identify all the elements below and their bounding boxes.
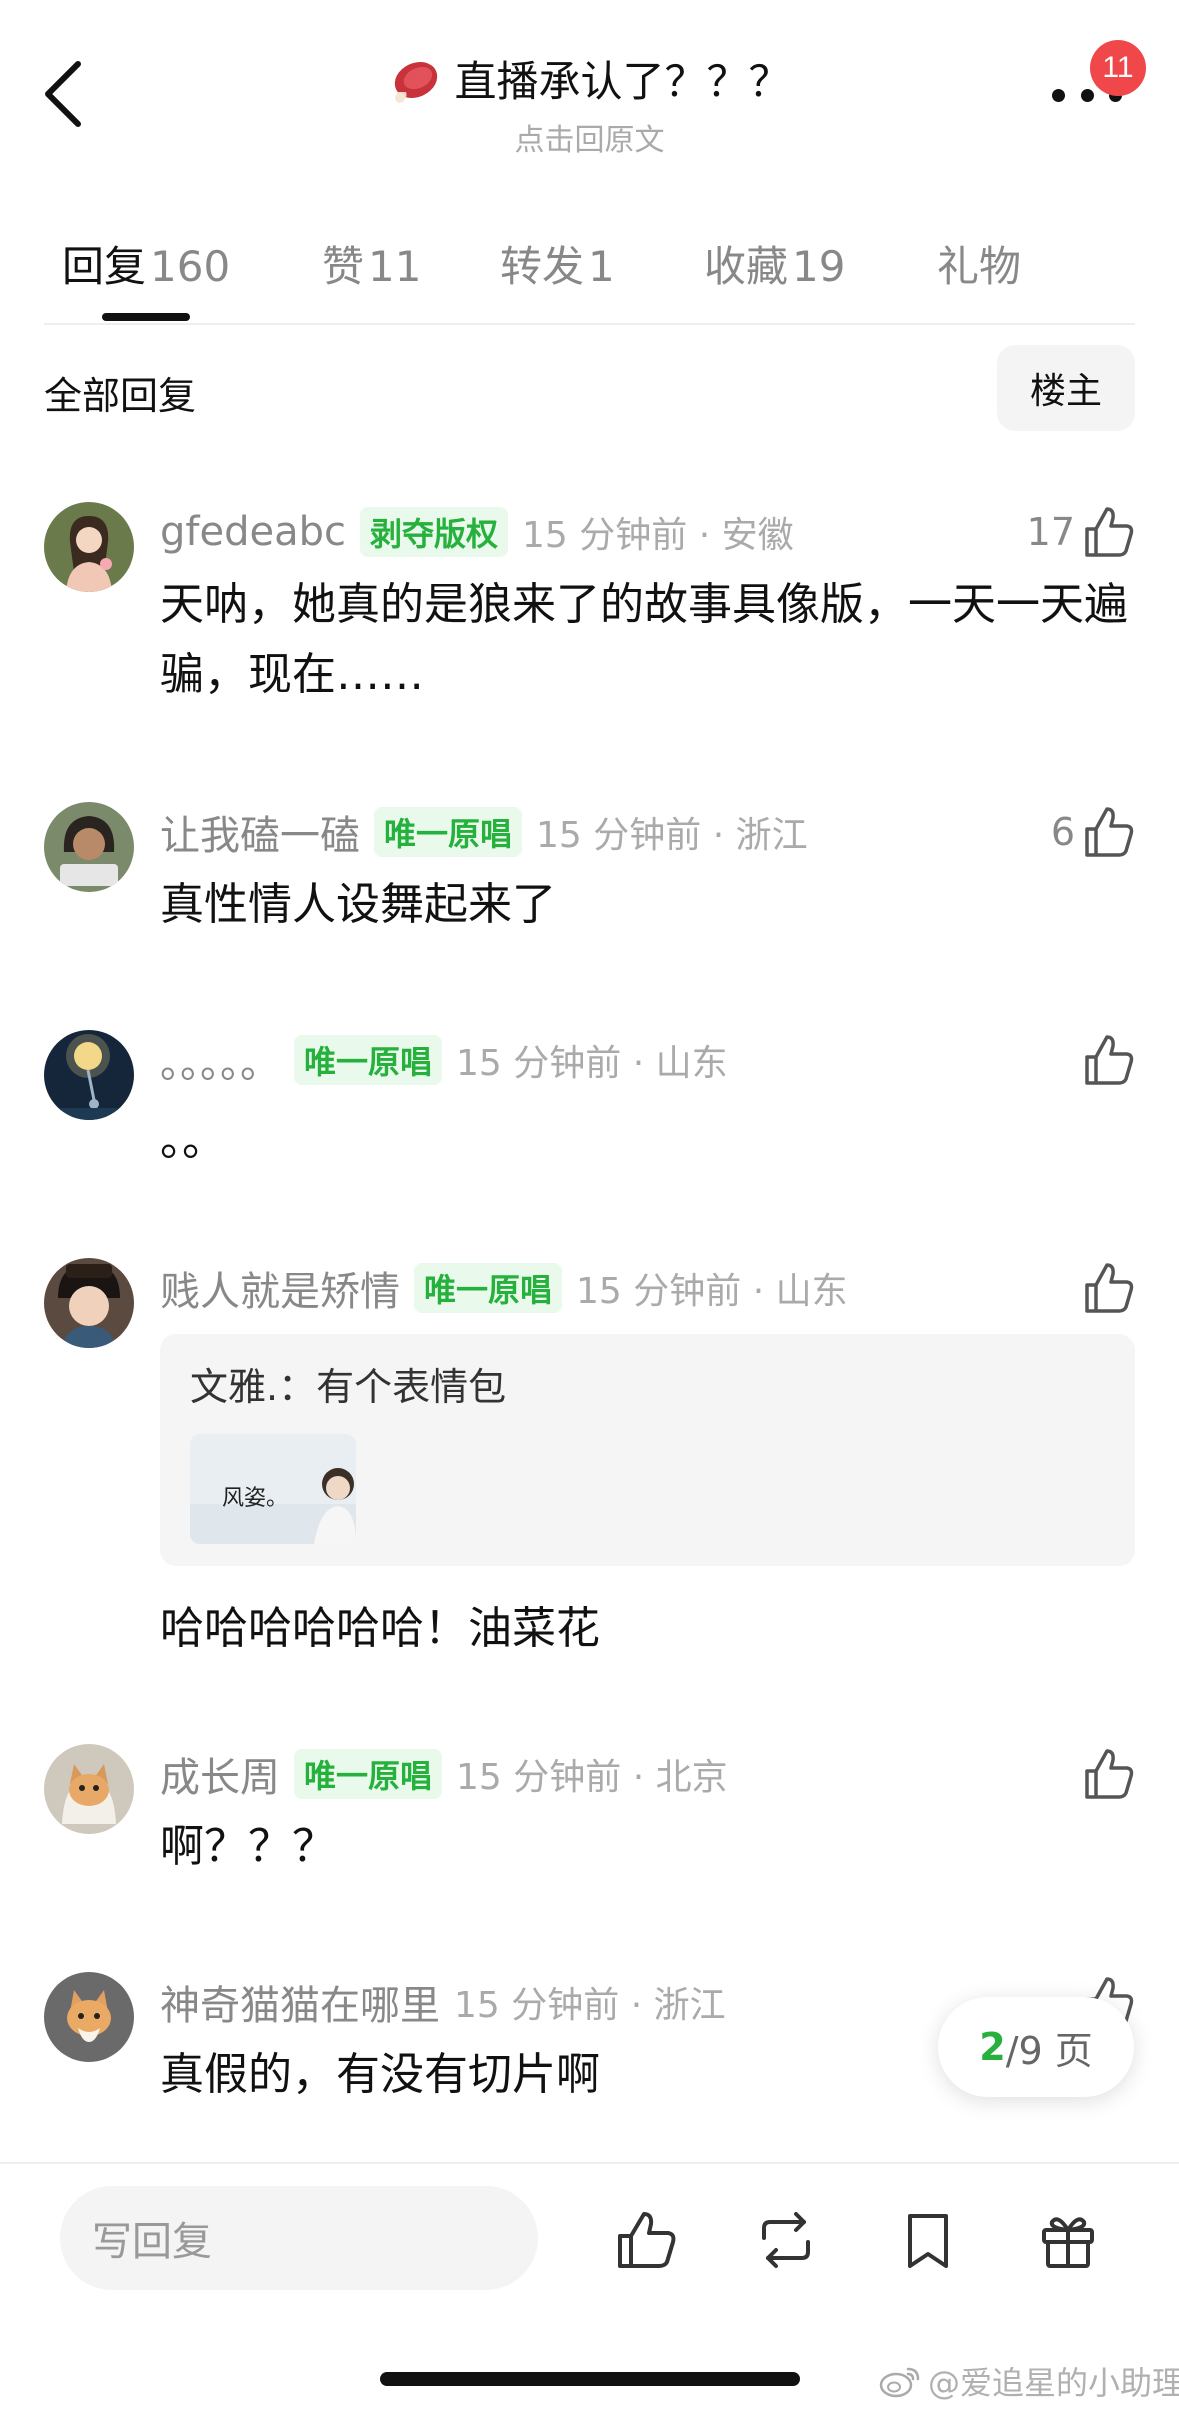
thumbs-up-icon <box>1085 1263 1134 1313</box>
more-dot <box>1052 88 1065 102</box>
tab-count: 19 <box>792 242 846 291</box>
username[interactable]: gfedeabc <box>160 509 346 555</box>
page-title: 直播承认了？？？ <box>454 57 791 106</box>
avatar[interactable] <box>44 502 134 592</box>
like-count: 6 <box>1050 810 1075 854</box>
tab-favorites[interactable]: 收藏19 <box>704 233 845 294</box>
total-pages: /9 页 <box>1005 2028 1093 2073</box>
comment-meta: 15 分钟前 · 北京 <box>456 1757 728 1798</box>
tab-count: 160 <box>150 242 231 291</box>
watermark-text: @爱追星的小助理 <box>928 2364 1179 2402</box>
view-original-link[interactable]: 点击回原文 <box>0 115 1179 159</box>
tab-count: 1 <box>588 242 615 291</box>
thumbs-up-icon <box>1085 1749 1134 1799</box>
comment-item: 成长周 唯一原唱 15 分钟前 · 北京 啊？？？ <box>44 1744 1135 1894</box>
fan-badge: 剥夺版权 <box>359 507 508 557</box>
thumbs-up-icon <box>1085 507 1134 557</box>
comment-meta: 15 分钟前 · 浙江 <box>454 1985 726 2026</box>
page-indicator[interactable]: 2/9 页 <box>938 1997 1134 2097</box>
comment-meta: 15 分钟前 · 山东 <box>576 1271 848 1312</box>
tab-reposts[interactable]: 转发1 <box>500 233 615 294</box>
comment-header: 让我磕一磕 唯一原唱 15 分钟前 · 浙江 <box>160 803 808 861</box>
avatar[interactable] <box>44 802 134 892</box>
fan-badge: 唯一原唱 <box>294 1035 443 1085</box>
header: 直播承认了？？？ 点击回原文 11 <box>0 0 1179 190</box>
username[interactable]: 成长周 <box>160 1745 280 1803</box>
like-button[interactable] <box>1083 1744 1135 1804</box>
comment-header: gfedeabc 剥夺版权 15 分钟前 · 安徽 <box>160 506 794 558</box>
comment-text: 真性情人设舞起来了 <box>160 879 556 930</box>
repost-icon[interactable] <box>754 2208 818 2272</box>
notification-badge: 11 <box>1090 40 1146 96</box>
current-page: 2 <box>979 2025 1006 2069</box>
tab-bar: 回复160 赞11 转发1 收藏19 礼物 <box>44 225 1135 325</box>
username[interactable]: 让我磕一磕 <box>160 803 360 861</box>
comment-meta: 15 分钟前 · 浙江 <box>536 815 808 856</box>
home-indicator <box>380 2372 800 2386</box>
quoted-reply[interactable]: 文雅.：有个表情包 风姿。 <box>160 1334 1135 1566</box>
like-button[interactable] <box>1083 1258 1135 1318</box>
thumbs-up-icon <box>1085 807 1134 857</box>
comment-header: 神奇猫猫在哪里 15 分钟前 · 浙江 <box>160 1973 726 2031</box>
comment-header: 贱人就是矫情 唯一原唱 15 分钟前 · 山东 <box>160 1259 848 1317</box>
tab-label: 转发 <box>500 242 585 291</box>
username[interactable]: 。。。。。 <box>160 1031 280 1089</box>
avatar[interactable] <box>44 1972 134 2062</box>
watermark: @爱追星的小助理 <box>878 2358 1179 2404</box>
like-count: 17 <box>1026 510 1075 554</box>
bookmark-icon[interactable] <box>896 2208 960 2272</box>
comment-text: 。。 <box>160 1115 226 1166</box>
username[interactable]: 神奇猫猫在哪里 <box>160 1973 440 2031</box>
avatar[interactable] <box>44 1744 134 1834</box>
tab-label: 收藏 <box>704 242 789 291</box>
thumbs-up-icon <box>1085 1035 1134 1085</box>
comment-meta: 15 分钟前 · 山东 <box>456 1043 728 1084</box>
weibo-logo-icon <box>879 2367 920 2398</box>
like-button[interactable] <box>1083 1030 1135 1090</box>
comment-item: 贱人就是矫情 唯一原唱 15 分钟前 · 山东 文雅.：有个表情包 风姿。 哈哈… <box>44 1258 1135 1668</box>
owner-only-button[interactable]: 楼主 <box>997 345 1135 431</box>
title-block[interactable]: 直播承认了？？？ 点击回原文 <box>0 48 1179 159</box>
steak-emoji-icon <box>395 61 438 103</box>
tab-replies[interactable]: 回复160 <box>62 233 230 294</box>
like-button[interactable]: 6 <box>1051 802 1135 862</box>
tab-label: 礼物 <box>937 242 1022 291</box>
all-replies-label: 全部回复 <box>44 374 197 418</box>
tab-label: 赞 <box>322 242 365 291</box>
fan-badge: 唯一原唱 <box>374 807 523 857</box>
tab-likes[interactable]: 赞11 <box>322 233 421 294</box>
tab-gifts[interactable]: 礼物 <box>937 233 1021 294</box>
filter-row: 全部回复 楼主 <box>44 345 1135 431</box>
sticker-caption: 风姿。 <box>222 1486 289 1511</box>
avatar[interactable] <box>44 1030 134 1120</box>
comment-text: 天呐，她真的是狼来了的故事具像版，一天一天遍骗，现在…… <box>160 579 1128 700</box>
gift-icon[interactable] <box>1036 2208 1100 2272</box>
tab-count: 11 <box>368 242 422 291</box>
comment-text: 哈哈哈哈哈哈！油菜花 <box>160 1603 600 1654</box>
comment-item: 。。。。。 唯一原唱 15 分钟前 · 山东 。。 <box>44 1030 1135 1180</box>
sticker-image[interactable]: 风姿。 <box>190 1434 356 1544</box>
like-button[interactable]: 17 <box>1027 502 1135 562</box>
comment-text: 啊？？？ <box>160 1821 336 1872</box>
active-tab-indicator <box>102 313 190 321</box>
comment-meta: 15 分钟前 · 安徽 <box>522 515 794 556</box>
comment-item: gfedeabc 剥夺版权 15 分钟前 · 安徽 17 天呐，她真的是狼来了的… <box>44 502 1135 732</box>
comment-header: 成长周 唯一原唱 15 分钟前 · 北京 <box>160 1745 728 1803</box>
comment-item: 让我磕一磕 唯一原唱 15 分钟前 · 浙江 6 真性情人设舞起来了 <box>44 802 1135 952</box>
tab-label: 回复 <box>62 242 147 291</box>
quoted-reply-text: 文雅.：有个表情包 <box>190 1365 507 1409</box>
more-dot <box>1080 88 1094 102</box>
like-icon[interactable] <box>614 2208 678 2272</box>
username[interactable]: 贱人就是矫情 <box>160 1259 400 1317</box>
fan-badge: 唯一原唱 <box>294 1749 443 1799</box>
comment-header: 。。。。。 唯一原唱 15 分钟前 · 山东 <box>160 1031 728 1089</box>
fan-badge: 唯一原唱 <box>414 1263 563 1313</box>
reply-input[interactable]: 写回复 <box>60 2186 538 2290</box>
avatar[interactable] <box>44 1258 134 1348</box>
